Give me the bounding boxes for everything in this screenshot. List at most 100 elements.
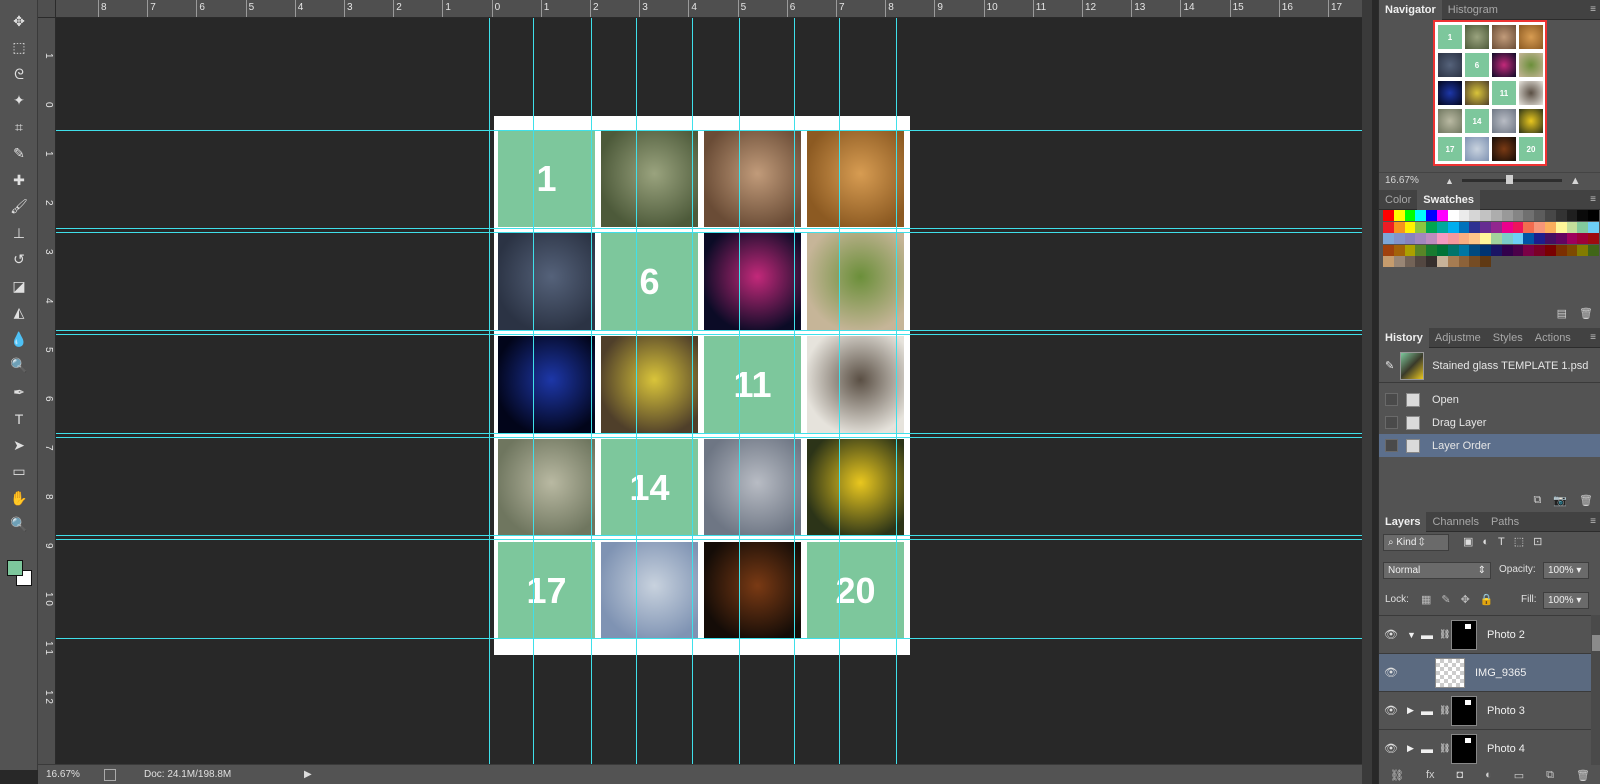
photo-tile-dock[interactable]	[704, 542, 801, 639]
ruler-origin[interactable]	[38, 0, 56, 18]
color-swatch[interactable]	[1393, 256, 1405, 267]
new-document-from-state-icon[interactable]: ⧉	[1533, 494, 1541, 507]
crop-tool[interactable]: ⌗	[6, 116, 32, 138]
trash-icon[interactable]: 🗑	[1576, 769, 1590, 782]
spot-healing-tool[interactable]: ✚	[6, 169, 32, 191]
color-swatch[interactable]	[1383, 244, 1394, 256]
color-swatch[interactable]	[1404, 244, 1416, 256]
horizontal-guide[interactable]	[56, 330, 1362, 331]
color-swatch[interactable]	[1491, 244, 1502, 256]
photo-tile-eye[interactable]	[704, 130, 801, 227]
layer-filter-kind[interactable]: ⌕ Kind ⇕	[1383, 534, 1449, 551]
color-swatch[interactable]	[1480, 233, 1492, 244]
color-swatch[interactable]	[1458, 221, 1470, 233]
panel-menu-icon[interactable]: ≡	[1590, 516, 1596, 527]
rectangle-tool[interactable]: ▭	[6, 461, 32, 483]
layer-mask-thumbnail[interactable]	[1451, 695, 1477, 726]
color-swatch[interactable]	[1393, 221, 1405, 233]
layers-scroll-thumb[interactable]	[1592, 635, 1600, 651]
color-swatch[interactable]	[1393, 244, 1405, 256]
status-info-icon[interactable]	[104, 768, 116, 781]
navigator-preview[interactable]: 1 6 11 14 17 20	[1433, 20, 1547, 166]
tab-channels[interactable]: Channels	[1426, 512, 1484, 532]
tab-swatches[interactable]: Swatches	[1417, 189, 1481, 210]
color-swatch[interactable]	[1512, 233, 1524, 244]
chevron-right-icon[interactable]: ▶	[1407, 743, 1421, 754]
visibility-eye-icon[interactable]: 👁	[1381, 742, 1401, 755]
color-swatch[interactable]	[1458, 210, 1470, 221]
tab-navigator[interactable]: Navigator	[1379, 0, 1442, 20]
layer-name[interactable]: IMG_9365	[1475, 667, 1526, 679]
fx-icon[interactable]: fx	[1426, 769, 1435, 781]
layer-row[interactable]: 👁 IMG_9365	[1379, 654, 1591, 692]
history-state[interactable]: Open	[1379, 388, 1600, 411]
layers-scrollbar[interactable]	[1591, 615, 1600, 765]
color-swatch[interactable]	[1415, 221, 1427, 233]
clone-stamp-tool[interactable]: ⊥	[6, 222, 32, 244]
color-swatch[interactable]	[1404, 221, 1416, 233]
trash-icon[interactable]: 🗑	[1579, 494, 1593, 507]
history-brush-tool[interactable]: ↺	[6, 249, 32, 271]
panel-menu-icon[interactable]: ≡	[1590, 4, 1596, 15]
color-swatch[interactable]	[1501, 244, 1513, 256]
horizontal-guide[interactable]	[56, 437, 1362, 438]
color-swatch[interactable]	[1491, 221, 1502, 233]
color-swatch[interactable]	[1555, 221, 1567, 233]
photo-tile-fish[interactable]	[498, 439, 595, 536]
lasso-tool[interactable]: ᘓ	[6, 63, 32, 85]
tab-actions[interactable]: Actions	[1529, 328, 1577, 348]
color-swatch[interactable]	[1415, 210, 1427, 221]
color-swatch[interactable]	[1545, 233, 1556, 244]
layer-row[interactable]: 👁 ▼ ▬ ⛓ Photo 2	[1379, 616, 1591, 654]
color-swatch[interactable]	[1534, 210, 1546, 221]
horizontal-guide[interactable]	[56, 334, 1362, 335]
color-swatch[interactable]	[1566, 210, 1578, 221]
new-swatch-icon[interactable]: ▤	[1557, 307, 1567, 320]
document-artboard[interactable]: 1 6 11 14 17 20	[494, 116, 910, 655]
zoom-level[interactable]: 16.67%	[46, 769, 96, 780]
color-swatch[interactable]	[1512, 210, 1524, 221]
eyedropper-tool[interactable]: ✎	[6, 143, 32, 165]
pen-tool[interactable]: ✒	[6, 381, 32, 403]
blend-mode-select[interactable]: Normal ⇕	[1383, 562, 1491, 579]
color-swatch[interactable]	[1469, 256, 1481, 267]
blur-tool[interactable]: 💧	[6, 328, 32, 350]
color-swatch[interactable]	[1577, 233, 1589, 244]
color-swatch[interactable]	[1437, 244, 1448, 256]
lock-icons[interactable]: ▦✎✥🔒	[1421, 593, 1504, 606]
photo-tile-moon[interactable]	[498, 233, 595, 330]
color-swatch[interactable]	[1512, 221, 1524, 233]
color-swatch[interactable]	[1458, 233, 1470, 244]
color-swatch[interactable]	[1588, 244, 1600, 256]
visibility-eye-icon[interactable]: 👁	[1381, 666, 1401, 679]
color-swatch[interactable]	[1383, 210, 1394, 221]
document-canvas[interactable]: 1 6 11 14 17 20	[56, 18, 1362, 764]
color-swatch[interactable]	[1393, 210, 1405, 221]
color-swatch[interactable]	[1447, 210, 1459, 221]
color-swatch[interactable]	[1469, 244, 1481, 256]
color-swatch[interactable]	[1523, 210, 1535, 221]
link-icon[interactable]: ⛓	[1439, 629, 1451, 640]
color-swatch[interactable]	[1393, 233, 1405, 244]
number-tile[interactable]: 20	[807, 542, 904, 639]
zoom-in-icon[interactable]: ▲	[1570, 175, 1581, 187]
number-tile[interactable]: 11	[704, 336, 801, 433]
color-swatch[interactable]	[1480, 210, 1492, 221]
color-swatch[interactable]	[1447, 244, 1459, 256]
color-swatch[interactable]	[1437, 210, 1448, 221]
tab-adjustments[interactable]: Adjustme	[1429, 328, 1487, 348]
chevron-down-icon[interactable]: ▼	[1407, 630, 1421, 640]
color-swatch[interactable]	[1426, 210, 1438, 221]
color-swatch[interactable]	[1577, 244, 1589, 256]
color-swatch[interactable]	[1577, 221, 1589, 233]
color-swatch[interactable]	[1469, 221, 1481, 233]
history-checkbox[interactable]	[1385, 393, 1398, 406]
history-state[interactable]: Drag Layer	[1379, 411, 1600, 434]
color-swatch[interactable]	[1545, 221, 1556, 233]
panel-menu-icon[interactable]: ≡	[1590, 194, 1596, 205]
vertical-scrollbar[interactable]	[1362, 0, 1372, 784]
chevron-right-icon[interactable]: ▶	[1407, 705, 1421, 716]
color-swatch[interactable]	[1566, 244, 1578, 256]
color-swatch[interactable]	[1426, 244, 1438, 256]
color-swatch[interactable]	[1566, 221, 1578, 233]
